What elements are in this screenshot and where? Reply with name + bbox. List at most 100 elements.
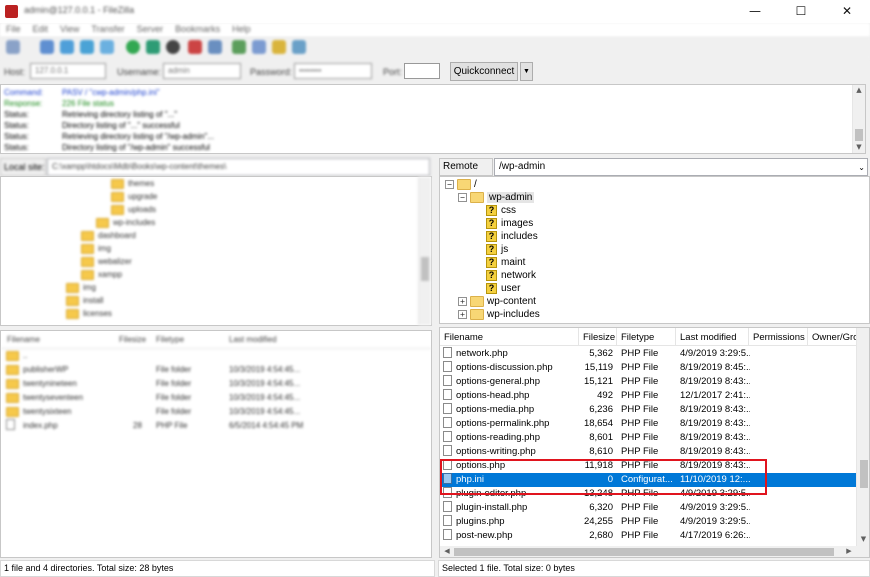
local-tree-item[interactable]: dashboard: [1, 229, 416, 242]
remote-tree-item[interactable]: − /: [440, 178, 860, 191]
log-scroll-thumb[interactable]: [855, 129, 863, 141]
local-tree-item[interactable]: img: [1, 281, 416, 294]
remote-file-row[interactable]: options-reading.php 8,601 PHP File 8/19/201…: [440, 431, 856, 445]
local-col-filename[interactable]: Filename: [7, 335, 40, 344]
remote-file-hscrollbar[interactable]: ◀ ▶: [440, 546, 869, 557]
local-tree-item[interactable]: webalizer: [1, 255, 416, 268]
menu-item-file[interactable]: File: [6, 24, 21, 34]
reconnect-icon[interactable]: [208, 40, 222, 54]
remote-col-owner[interactable]: Owner/Gro: [808, 328, 860, 346]
close-button[interactable]: ✕: [824, 0, 870, 23]
remote-file-row[interactable]: plugin-install.php 6,320 PHP File 4/9/2019 …: [440, 501, 856, 515]
folder-icon: [457, 178, 471, 190]
sync-browse-icon[interactable]: [272, 40, 286, 54]
remote-site-dropdown-icon[interactable]: ⌄: [858, 159, 865, 176]
scroll-up-icon[interactable]: ▲: [853, 86, 865, 94]
local-tree-item[interactable]: wp-includes: [1, 216, 416, 229]
username-input[interactable]: admin: [163, 63, 241, 79]
local-file-row[interactable]: index.php 28 PHP File 6/5/2014 4:54:45 PM: [1, 419, 431, 433]
local-tree-scroll-thumb[interactable]: [421, 257, 429, 281]
local-file-row[interactable]: publisherWP File folder 10/3/2019 4:54:45.…: [1, 363, 431, 377]
quickconnect-button[interactable]: Quickconnect: [450, 62, 518, 81]
remote-col-filetype[interactable]: Filetype: [617, 328, 676, 346]
remote-file-hscroll-thumb[interactable]: [454, 548, 834, 556]
remote-tree-item[interactable]: − wp-admin: [440, 191, 860, 204]
refresh-icon[interactable]: [126, 40, 140, 54]
disconnect-icon[interactable]: [188, 40, 202, 54]
menu-item-help[interactable]: Help: [232, 24, 251, 34]
local-file-row[interactable]: twentysixteen File folder 10/3/2019 4:54:4…: [1, 405, 431, 419]
menu-item-server[interactable]: Server: [137, 24, 164, 34]
remote-file-row[interactable]: plugins.php 24,255 PHP File 4/9/2019 3:29:5…: [440, 515, 856, 529]
local-col-filetype[interactable]: Filetype: [156, 335, 184, 344]
site-manager-icon[interactable]: [6, 40, 20, 54]
remote-tree-item[interactable]: ? css: [440, 204, 860, 217]
local-tree-item[interactable]: uploads: [1, 203, 416, 216]
toggle-queue-icon[interactable]: [100, 40, 114, 54]
remote-tree-item[interactable]: ? user: [440, 282, 860, 295]
minimize-button[interactable]: —: [732, 0, 778, 23]
cancel-icon[interactable]: [166, 40, 180, 54]
collapse-icon[interactable]: −: [445, 179, 454, 189]
local-file-row[interactable]: twentyseventeen File folder 10/3/2019 4:54…: [1, 391, 431, 405]
local-tree-item[interactable]: xampp: [1, 268, 416, 281]
local-site-path-input[interactable]: C:\xampp\htdocs\Mdb\Books\wp-content\the…: [47, 158, 430, 176]
menu-item-bookmarks[interactable]: Bookmarks: [175, 24, 220, 34]
remote-tree-item[interactable]: ? js: [440, 243, 860, 256]
local-tree-item[interactable]: themes: [1, 177, 416, 190]
toggle-local-tree-icon[interactable]: [60, 40, 74, 54]
scroll-left-icon[interactable]: ◀: [442, 547, 452, 555]
remote-file-scroll-thumb[interactable]: [860, 460, 868, 488]
collapse-icon[interactable]: −: [458, 192, 467, 202]
filter-icon[interactable]: [232, 40, 246, 54]
search-icon[interactable]: [292, 40, 306, 54]
remote-file-row[interactable]: network.php 5,362 PHP File 4/9/2019 3:29:5.…: [440, 347, 856, 361]
menu-item-edit[interactable]: Edit: [33, 24, 49, 34]
process-queue-icon[interactable]: [146, 40, 160, 54]
remote-file-row[interactable]: options-permalink.php 18,654 PHP File 8/19/…: [440, 417, 856, 431]
toggle-log-icon[interactable]: [40, 40, 54, 54]
expand-icon[interactable]: +: [458, 296, 467, 306]
password-input[interactable]: ••••••••: [294, 63, 372, 79]
scroll-right-icon[interactable]: ▶: [844, 547, 854, 555]
remote-file-row[interactable]: options-head.php 492 PHP File 12/1/2017 2:4…: [440, 389, 856, 403]
local-tree-scrollbar[interactable]: [418, 177, 431, 325]
log-scrollbar[interactable]: ▲ ▼: [852, 85, 865, 153]
expand-icon[interactable]: +: [458, 309, 467, 319]
remote-file-row[interactable]: options-general.php 15,121 PHP File 8/19/20…: [440, 375, 856, 389]
toggle-remote-tree-icon[interactable]: [80, 40, 94, 54]
remote-col-modified[interactable]: Last modified: [676, 328, 749, 346]
remote-tree-item[interactable]: ? images: [440, 217, 860, 230]
local-tree-item[interactable]: img: [1, 242, 416, 255]
remote-file-scrollbar[interactable]: ▼: [856, 328, 869, 546]
port-input[interactable]: [404, 63, 440, 79]
compare-icon[interactable]: [252, 40, 266, 54]
remote-tree-item[interactable]: ? maint: [440, 256, 860, 269]
local-col-filesize[interactable]: Filesize: [119, 335, 146, 344]
scroll-down-icon[interactable]: ▼: [853, 143, 865, 151]
local-file-row[interactable]: twentynineteen File folder 10/3/2019 4:54:…: [1, 377, 431, 391]
local-tree-item[interactable]: licenses: [1, 307, 416, 320]
remote-file-row[interactable]: options-media.php 6,236 PHP File 8/19/2019 …: [440, 403, 856, 417]
remote-file-row[interactable]: post-new.php 2,680 PHP File 4/17/2019 6:26:…: [440, 529, 856, 543]
remote-col-filename[interactable]: Filename: [440, 328, 579, 346]
local-col-modified[interactable]: Last modified: [229, 335, 277, 344]
menu-item-transfer[interactable]: Transfer: [91, 24, 124, 34]
local-tree-item[interactable]: upgrade: [1, 190, 416, 203]
remote-tree-item[interactable]: ? network: [440, 269, 860, 282]
remote-tree-item[interactable]: ? includes: [440, 230, 860, 243]
host-input[interactable]: 127.0.0.1: [30, 63, 106, 79]
remote-col-filesize[interactable]: Filesize: [579, 328, 617, 346]
quickconnect-dropdown-arrow-icon[interactable]: ▼: [520, 62, 533, 81]
local-tree-item[interactable]: install: [1, 294, 416, 307]
remote-file-row[interactable]: options-discussion.php 15,119 PHP File 8/19…: [440, 361, 856, 375]
remote-file-row[interactable]: options-writing.php 8,610 PHP File 8/19/201…: [440, 445, 856, 459]
remote-scroll-down-icon[interactable]: ▼: [857, 535, 869, 543]
local-file-row[interactable]: ..: [1, 349, 431, 363]
remote-tree-item[interactable]: + wp-content: [440, 295, 860, 308]
maximize-button[interactable]: ☐: [778, 0, 824, 23]
remote-site-path-input[interactable]: /wp-admin ⌄: [494, 158, 868, 176]
remote-col-permissions[interactable]: Permissions: [749, 328, 808, 346]
menu-item-view[interactable]: View: [60, 24, 79, 34]
remote-tree-item[interactable]: + wp-includes: [440, 308, 860, 321]
